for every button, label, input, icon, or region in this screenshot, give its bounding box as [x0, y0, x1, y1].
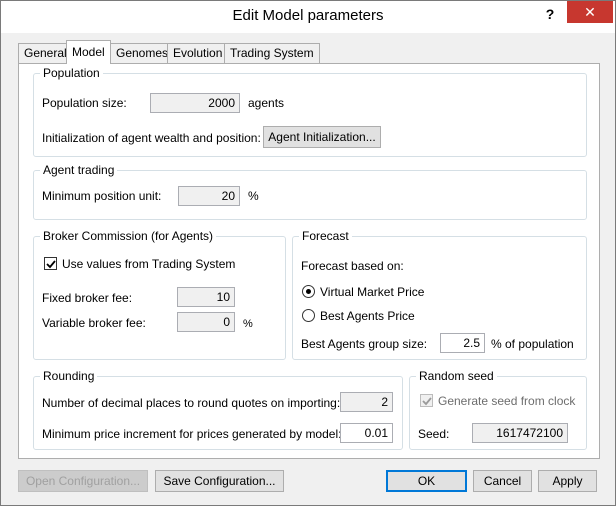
min-position-label: Minimum position unit: — [42, 189, 162, 203]
use-trading-system-checkbox[interactable] — [44, 257, 57, 270]
tab-general[interactable]: General — [18, 43, 73, 63]
virtual-market-price-label: Virtual Market Price — [320, 285, 425, 299]
tab-evolution[interactable]: Evolution — [167, 43, 229, 63]
generate-seed-checkbox[interactable] — [420, 394, 433, 407]
window-title: Edit Model parameters — [232, 7, 384, 24]
price-increment-label: Minimum price increment for prices gener… — [42, 427, 342, 441]
open-configuration-button[interactable]: Open Configuration... — [18, 470, 148, 492]
best-agents-size-field[interactable]: 2.5 — [440, 333, 485, 353]
tab-genomes[interactable]: Genomes — [110, 43, 175, 63]
best-agents-price-label: Best Agents Price — [320, 309, 415, 323]
population-size-field[interactable]: 2000 — [150, 93, 240, 113]
forecast-group: Forecast Forecast based on: Virtual Mark… — [292, 229, 587, 360]
variable-fee-field[interactable]: 0 — [177, 312, 235, 332]
fixed-fee-label: Fixed broker fee: — [42, 291, 133, 305]
random-seed-group: Random seed Generate seed from clock See… — [409, 369, 587, 450]
seed-field[interactable]: 1617472100 — [472, 423, 568, 443]
virtual-market-price-radio[interactable] — [302, 285, 315, 298]
tab-panel-model: Population Population size: 2000 agents … — [18, 63, 600, 459]
agent-trading-group: Agent trading Minimum position unit: 20 … — [33, 163, 587, 220]
best-agents-size-suffix: % of population — [491, 337, 574, 351]
forecast-group-title: Forecast — [299, 229, 352, 243]
price-increment-field[interactable]: 0.01 — [340, 423, 393, 443]
tab-model[interactable]: Model — [66, 40, 111, 64]
forecast-based-on-label: Forecast based on: — [301, 259, 404, 273]
ok-button[interactable]: OK — [386, 470, 467, 492]
population-size-label: Population size: — [42, 96, 127, 110]
dialog-window: Edit Model parameters ? ✕ General Model … — [0, 0, 616, 506]
min-position-suffix: % — [248, 189, 259, 203]
rounding-group: Rounding Number of decimal places to rou… — [33, 369, 403, 450]
broker-group-title: Broker Commission (for Agents) — [40, 229, 217, 243]
random-seed-group-title: Random seed — [416, 369, 497, 383]
cancel-button[interactable]: Cancel — [473, 470, 532, 492]
close-button[interactable]: ✕ — [567, 1, 613, 23]
use-trading-system-label: Use values from Trading System — [62, 257, 236, 271]
title-bar[interactable]: Edit Model parameters ? ✕ — [1, 1, 615, 33]
help-button[interactable]: ? — [537, 4, 563, 24]
population-group-title: Population — [40, 66, 103, 80]
broker-commission-group: Broker Commission (for Agents) Use value… — [33, 229, 286, 360]
close-icon: ✕ — [584, 4, 596, 20]
checkmark-icon — [422, 397, 432, 406]
decimal-places-label: Number of decimal places to round quotes… — [42, 396, 341, 410]
decimal-places-field[interactable]: 2 — [340, 392, 393, 412]
radio-selected-dot — [306, 289, 311, 294]
save-configuration-button[interactable]: Save Configuration... — [155, 470, 284, 492]
checkmark-icon — [46, 260, 56, 269]
agent-init-label: Initialization of agent wealth and posit… — [42, 131, 261, 145]
fixed-fee-field[interactable]: 10 — [177, 287, 235, 307]
agent-trading-group-title: Agent trading — [40, 163, 118, 177]
variable-fee-suffix: % — [243, 318, 253, 330]
generate-seed-label: Generate seed from clock — [438, 394, 576, 408]
min-position-field[interactable]: 20 — [178, 186, 240, 206]
best-agents-price-radio[interactable] — [302, 309, 315, 322]
rounding-group-title: Rounding — [40, 369, 98, 383]
tab-trading-system[interactable]: Trading System — [224, 43, 320, 63]
seed-label: Seed: — [418, 427, 450, 441]
population-size-unit: agents — [248, 96, 285, 110]
best-agents-size-label: Best Agents group size: — [301, 337, 428, 351]
variable-fee-label: Variable broker fee: — [42, 316, 146, 330]
agent-initialization-button[interactable]: Agent Initialization... — [263, 126, 381, 148]
apply-button[interactable]: Apply — [538, 470, 597, 492]
population-group: Population Population size: 2000 agents … — [33, 66, 587, 157]
